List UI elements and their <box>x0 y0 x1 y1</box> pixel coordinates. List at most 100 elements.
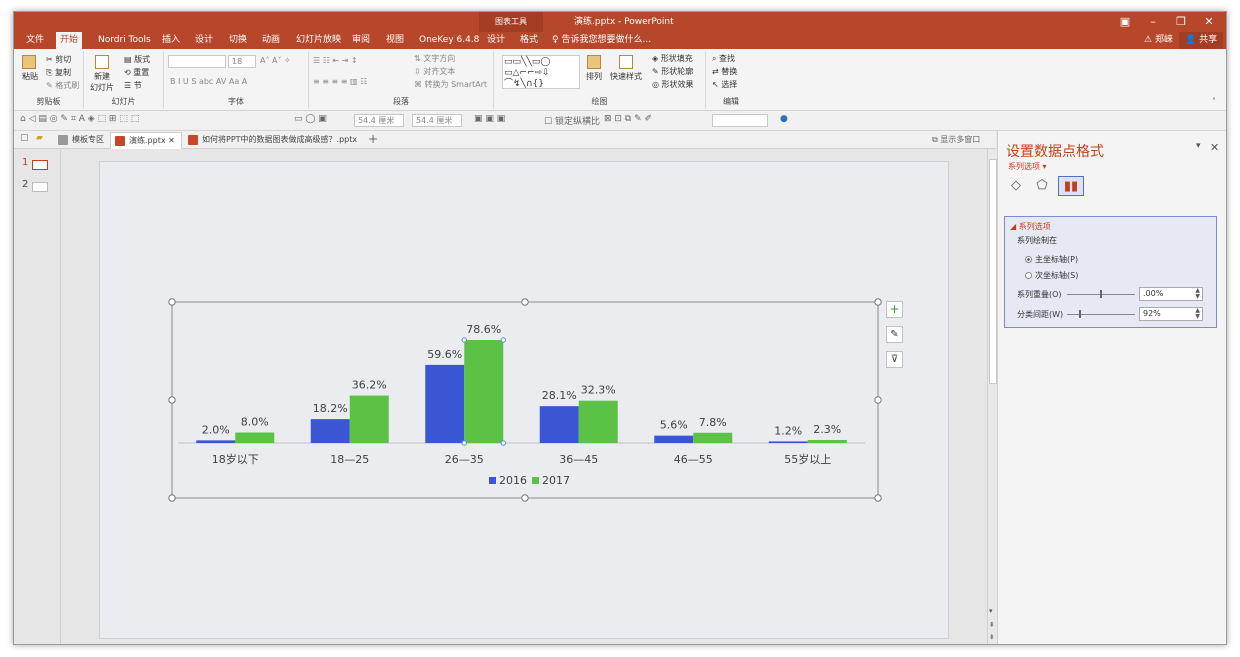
selection-handle[interactable] <box>874 298 882 306</box>
tab-slideshow[interactable]: 幻灯片放映 <box>292 32 345 49</box>
shapes-gallery[interactable]: ▭▭╲╲▭◯ ▭△⌐⌐⇨⇩ ⌒↯╲∩{} <box>502 55 580 89</box>
align-text-button[interactable]: ⇳ 对齐文本 <box>414 66 455 77</box>
lock-aspect-checkbox[interactable]: ☐ 锁定纵横比 <box>544 114 600 127</box>
bar-2017[interactable] <box>578 400 618 443</box>
tab-close-icon[interactable]: ✕ <box>168 136 175 145</box>
selection-handle[interactable] <box>521 298 529 306</box>
bar-2017[interactable] <box>349 395 389 443</box>
doc-tab-current[interactable]: 演练.pptx ✕ <box>110 132 182 149</box>
toolbar-icons-left[interactable]: ⌂ ◁ ▤ ◎ ✎ ⌗ A ◈ ⬚ ⊞ ⬚ ⬚ <box>20 114 139 124</box>
toolbar-icons-mid[interactable]: ▣ ▣ ▣ <box>474 114 505 124</box>
tab-review[interactable]: 审阅 <box>348 32 374 49</box>
font-style-buttons[interactable]: B I U S abc AV Aa A <box>170 77 247 86</box>
restore-icon[interactable]: ❐ <box>1168 12 1194 32</box>
paste-button[interactable]: 粘贴 <box>22 55 38 82</box>
secondary-axis-radio[interactable]: 次坐标轴(S) <box>1025 270 1078 281</box>
legend-label[interactable]: 2017 <box>542 474 570 487</box>
primary-axis-radio[interactable]: 主坐标轴(P) <box>1025 254 1078 265</box>
tab-view[interactable]: 视图 <box>382 32 408 49</box>
tab-animations[interactable]: 动画 <box>258 32 284 49</box>
multi-window-button[interactable]: ⧉ 显示多窗口 <box>932 134 980 145</box>
tell-me-search[interactable]: ♀ 告诉我您想要做什么... <box>552 32 651 49</box>
effects-pentagon-icon[interactable]: ⬠ <box>1032 176 1052 196</box>
bar-2017[interactable] <box>464 340 504 443</box>
new-file-icon[interactable]: ▢ <box>20 133 29 143</box>
font-grow-icon[interactable]: A˄ A˅ ✧ <box>260 56 291 65</box>
close-icon[interactable]: ✕ <box>1196 12 1222 32</box>
minimize-icon[interactable]: – <box>1140 12 1166 32</box>
chart-area-frame[interactable] <box>171 301 879 499</box>
fill-line-icon[interactable]: ◇ <box>1006 176 1026 196</box>
add-tab-icon[interactable]: + <box>368 132 378 146</box>
tab-design[interactable]: 设计 <box>191 32 217 49</box>
bar-2016[interactable] <box>654 435 694 443</box>
series-overlap-thumb[interactable] <box>1100 290 1102 298</box>
selection-handle[interactable] <box>168 396 176 404</box>
bar-2016[interactable] <box>539 406 579 443</box>
pane-close-icon[interactable]: ✕ <box>1210 141 1219 154</box>
tab-nordri-tools[interactable]: Nordri Tools <box>94 32 155 49</box>
shape-outline-button[interactable]: ✎ 形状轮廓 <box>652 66 693 77</box>
scrollbar-thumb[interactable] <box>989 159 997 384</box>
next-slide-icon[interactable]: ⇟ <box>989 633 995 641</box>
share-button[interactable]: 👤 共享 <box>1179 32 1224 49</box>
shape-effect-button[interactable]: ◎ 形状效果 <box>652 79 694 90</box>
gap-width-input[interactable]: 92% ▲ ▼ <box>1139 307 1203 321</box>
bar-chart[interactable]: 2.0% 8.0% 18岁以下 18.2% 36.2% 18—25 59.6% 78.6% 26… <box>100 162 950 640</box>
selection-handle[interactable] <box>168 298 176 306</box>
spinner-icon[interactable]: ▲ ▼ <box>1195 308 1200 320</box>
shape-rect-icon[interactable]: ▭ ◯ ▣ <box>294 114 327 124</box>
shape-fill-button[interactable]: ◈ 形状填充 <box>652 53 693 64</box>
chart-elements-button[interactable]: + <box>886 301 903 318</box>
tab-transitions[interactable]: 切换 <box>225 32 251 49</box>
doc-tab-templates[interactable]: 模板专区 <box>54 132 110 149</box>
toolbar-combo-box[interactable] <box>712 114 768 127</box>
collapse-ribbon-icon[interactable]: ˄ <box>1212 97 1216 106</box>
bullets-icon[interactable]: ☰ ☷ ⇤ ⇥ ↕ <box>313 56 358 65</box>
gap-width-thumb[interactable] <box>1079 310 1081 318</box>
bar-2016[interactable] <box>768 441 808 443</box>
slide[interactable]: 2.0% 8.0% 18岁以下 18.2% 36.2% 18—25 59.6% 78.6% 26… <box>99 161 949 639</box>
tab-chart-format[interactable]: 格式 <box>516 32 542 49</box>
scroll-down-icon[interactable]: ▾ <box>989 607 993 615</box>
copy-button[interactable]: ⎘ 复制 <box>46 67 71 78</box>
font-name-box[interactable] <box>168 55 226 68</box>
selected-point-handle[interactable] <box>500 337 506 343</box>
spinner-icon[interactable]: ▲ ▼ <box>1195 288 1200 300</box>
slide-thumbnail-2[interactable] <box>32 182 48 192</box>
chart-filter-icon[interactable]: ⊽ <box>886 351 903 368</box>
open-folder-icon[interactable]: ▰ <box>36 133 43 143</box>
format-painter-button[interactable]: ✎ 格式刷 <box>46 80 79 91</box>
bar-2017[interactable] <box>807 439 847 443</box>
section-button[interactable]: ☰ 节 <box>124 80 142 91</box>
selection-handle[interactable] <box>874 494 882 502</box>
arrange-button[interactable]: 排列 <box>586 55 602 82</box>
selection-handle[interactable] <box>168 494 176 502</box>
shape-width-input[interactable]: 54.4 厘米 <box>412 114 462 127</box>
pane-options-icon[interactable]: ▾ <box>1196 141 1201 151</box>
chart-styles-brush-icon[interactable]: ✎ <box>886 326 903 343</box>
quick-styles-button[interactable]: 快速样式 <box>610 55 642 82</box>
series-options-bars-icon[interactable]: ▮▮ <box>1058 176 1084 196</box>
toolbar-color-icon[interactable]: ● <box>780 114 788 124</box>
prev-slide-icon[interactable]: ⇞ <box>989 621 995 629</box>
find-button[interactable]: ⌕ 查找 <box>712 53 735 64</box>
bar-2017[interactable] <box>235 432 275 443</box>
text-direction-button[interactable]: ⇅ 文字方向 <box>414 53 455 64</box>
shape-height-input[interactable]: 54.4 厘米 <box>354 114 404 127</box>
gap-width-slider[interactable] <box>1067 314 1135 315</box>
user-name[interactable]: ⚠ 郑崃 <box>1144 32 1173 49</box>
cut-button[interactable]: ✂ 剪切 <box>46 54 71 65</box>
replace-button[interactable]: ⇄ 替换 <box>712 66 737 77</box>
slide-thumbnail-1[interactable] <box>32 160 48 170</box>
select-button[interactable]: ↖ 选择 <box>712 79 737 90</box>
bar-2017[interactable] <box>693 432 733 443</box>
ribbon-display-icon[interactable]: ▣ <box>1112 12 1138 32</box>
tab-home[interactable]: 开始 <box>56 32 83 49</box>
selection-handle[interactable] <box>521 494 529 502</box>
tab-file[interactable]: 文件 <box>22 32 48 49</box>
doc-tab-other[interactable]: 如何将PPT中的数据图表做成高级感？.pptx <box>184 132 363 149</box>
legend-label[interactable]: 2016 <box>499 474 527 487</box>
toolbar-icons-right[interactable]: ⊠ ⊡ ⧉ ✎ ✐ <box>604 114 652 124</box>
selection-handle[interactable] <box>874 396 882 404</box>
